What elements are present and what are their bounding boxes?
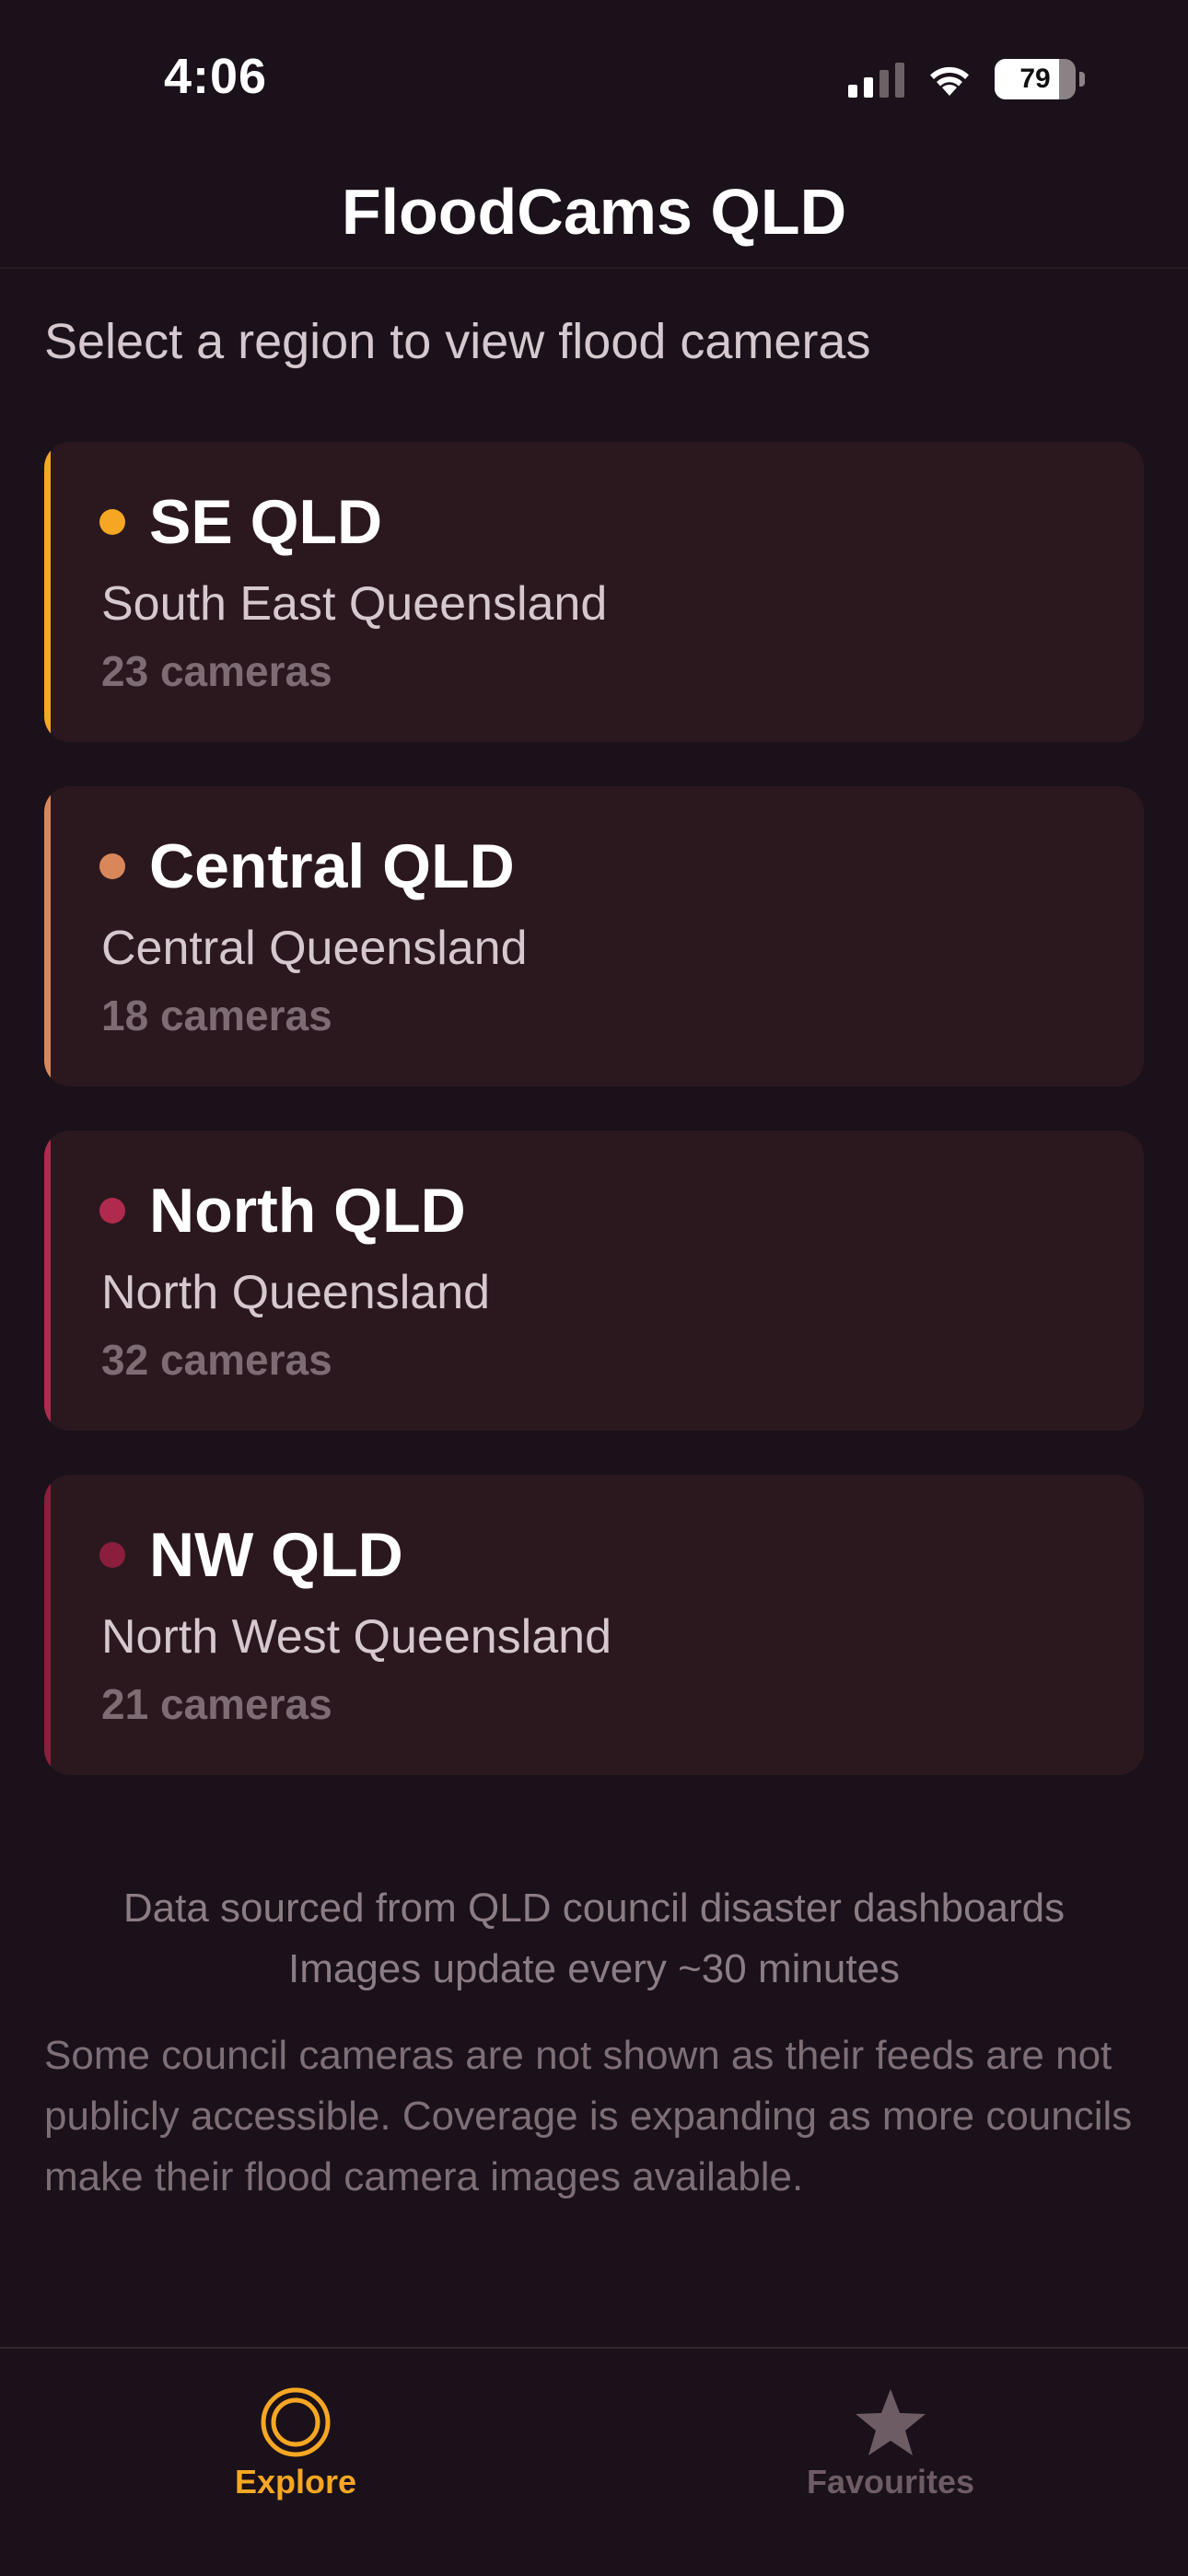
page-subtitle: Select a region to view flood cameras [44, 314, 871, 369]
region-camera-count: 32 cameras [101, 1336, 332, 1384]
region-card-se-qld[interactable]: SE QLD South East Queensland 23 cameras [44, 442, 1144, 742]
tab-label: Explore [234, 2463, 357, 2501]
region-accent-bar [44, 1475, 51, 1775]
app-title: FloodCams QLD [341, 176, 847, 248]
region-name: North QLD [149, 1176, 466, 1246]
region-accent-bar [44, 786, 51, 1086]
data-source-line: Data sourced from QLD council disaster d… [122, 1886, 1066, 1931]
star-icon [856, 2389, 926, 2455]
tab-favourites[interactable]: Favourites [752, 2385, 1029, 2501]
region-full-name: North Queensland [101, 1266, 491, 1319]
region-name: Central QLD [149, 831, 515, 901]
region-status-dot [99, 1542, 125, 1568]
region-full-name: South East Queensland [101, 577, 608, 631]
region-camera-count: 21 cameras [101, 1680, 332, 1728]
coverage-disclaimer: Some council cameras are not shown as th… [44, 2033, 1133, 2199]
region-accent-bar [44, 442, 51, 742]
region-status-dot [99, 509, 125, 535]
region-camera-count: 18 cameras [101, 992, 332, 1039]
region-name-row: Central QLD [99, 830, 515, 902]
region-accent-bar [44, 1131, 51, 1431]
explore-icon [261, 2387, 331, 2457]
region-full-name: North West Queensland [101, 1610, 611, 1664]
status-bar: 4:06 79 [0, 0, 1188, 157]
region-card-north-qld[interactable]: North QLD North Queensland 32 cameras [44, 1131, 1144, 1431]
status-time: 4:06 [164, 49, 268, 104]
battery-level: 79 [1019, 64, 1051, 94]
region-card-nw-qld[interactable]: NW QLD North West Queensland 21 cameras [44, 1475, 1144, 1775]
battery-icon: 79 [995, 59, 1076, 99]
app-header: FloodCams QLD [0, 157, 1188, 269]
region-list: SE QLD South East Queensland 23 cameras … [44, 442, 1144, 1819]
region-status-dot [99, 1198, 125, 1224]
wifi-icon [930, 66, 969, 96]
region-status-dot [99, 853, 125, 879]
region-full-name: Central Queensland [101, 922, 528, 975]
region-name: NW QLD [149, 1520, 403, 1590]
cellular-signal-icon [848, 61, 904, 98]
data-source-note: Data sourced from QLD council disaster d… [0, 1878, 1188, 2000]
region-name: SE QLD [149, 487, 383, 557]
tab-explore[interactable]: Explore [157, 2385, 434, 2501]
region-name-row: SE QLD [99, 486, 382, 558]
region-name-row: NW QLD [99, 1519, 403, 1591]
tab-bar: Explore Favourites [0, 2347, 1188, 2576]
update-frequency-line: Images update every ~30 minutes [287, 1946, 901, 1991]
region-card-central-qld[interactable]: Central QLD Central Queensland 18 camera… [44, 786, 1144, 1086]
region-name-row: North QLD [99, 1175, 466, 1247]
battery-nub [1079, 72, 1085, 87]
tab-label: Favourites [806, 2463, 975, 2501]
region-camera-count: 23 cameras [101, 647, 332, 695]
status-indicators: 79 [848, 59, 1085, 99]
